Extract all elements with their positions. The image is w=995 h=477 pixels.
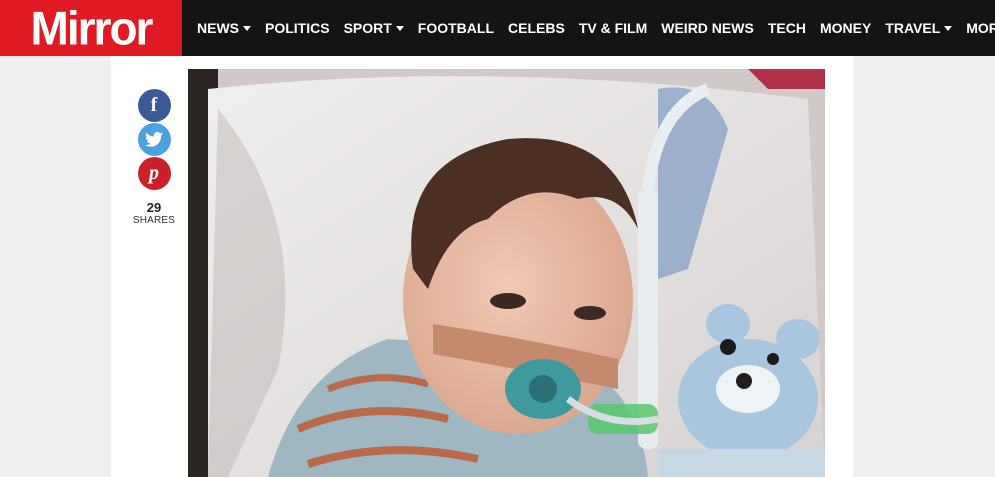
share-bar: f p 29 SHARES — [133, 89, 175, 226]
nav-item-news[interactable]: NEWS — [190, 20, 258, 36]
nav-item-politics[interactable]: POLITICS — [258, 20, 337, 36]
twitter-share-button[interactable] — [137, 123, 171, 156]
twitter-icon — [145, 132, 163, 147]
main-nav: NEWS POLITICS SPORT FOOTBALL CELEBS TV &… — [190, 0, 995, 56]
article-hero-image[interactable] — [188, 69, 825, 477]
pinterest-share-button[interactable]: p — [137, 157, 171, 190]
nav-item-more[interactable]: MORE — [959, 20, 995, 36]
chevron-down-icon — [395, 25, 404, 31]
pinterest-icon: p — [149, 162, 159, 184]
nav-item-celebs[interactable]: CELEBS — [501, 20, 572, 36]
nav-item-football[interactable]: FOOTBALL — [411, 20, 501, 36]
nav-item-sport[interactable]: SPORT — [337, 20, 411, 36]
nav-item-tv-film[interactable]: TV & FILM — [572, 20, 654, 36]
hero-photo-illustration — [188, 69, 825, 477]
chevron-down-icon — [243, 25, 251, 31]
facebook-icon: f — [150, 94, 158, 116]
share-count-label: SHARES — [132, 215, 176, 226]
nav-item-travel[interactable]: TRAVEL — [878, 20, 959, 36]
share-count: 29 — [146, 200, 162, 215]
mirror-logo[interactable]: Mirror — [0, 0, 182, 56]
chevron-down-icon — [944, 25, 953, 31]
facebook-share-button[interactable]: f — [137, 89, 171, 122]
logo-text: Mirror — [30, 1, 154, 55]
nav-item-tech[interactable]: TECH — [761, 20, 813, 36]
nav-item-weird-news[interactable]: WEIRD NEWS — [654, 20, 761, 36]
top-navigation-bar: Mirror NEWS POLITICS SPORT FOOTBALL CELE… — [0, 0, 995, 56]
nav-item-money[interactable]: MONEY — [813, 20, 878, 36]
